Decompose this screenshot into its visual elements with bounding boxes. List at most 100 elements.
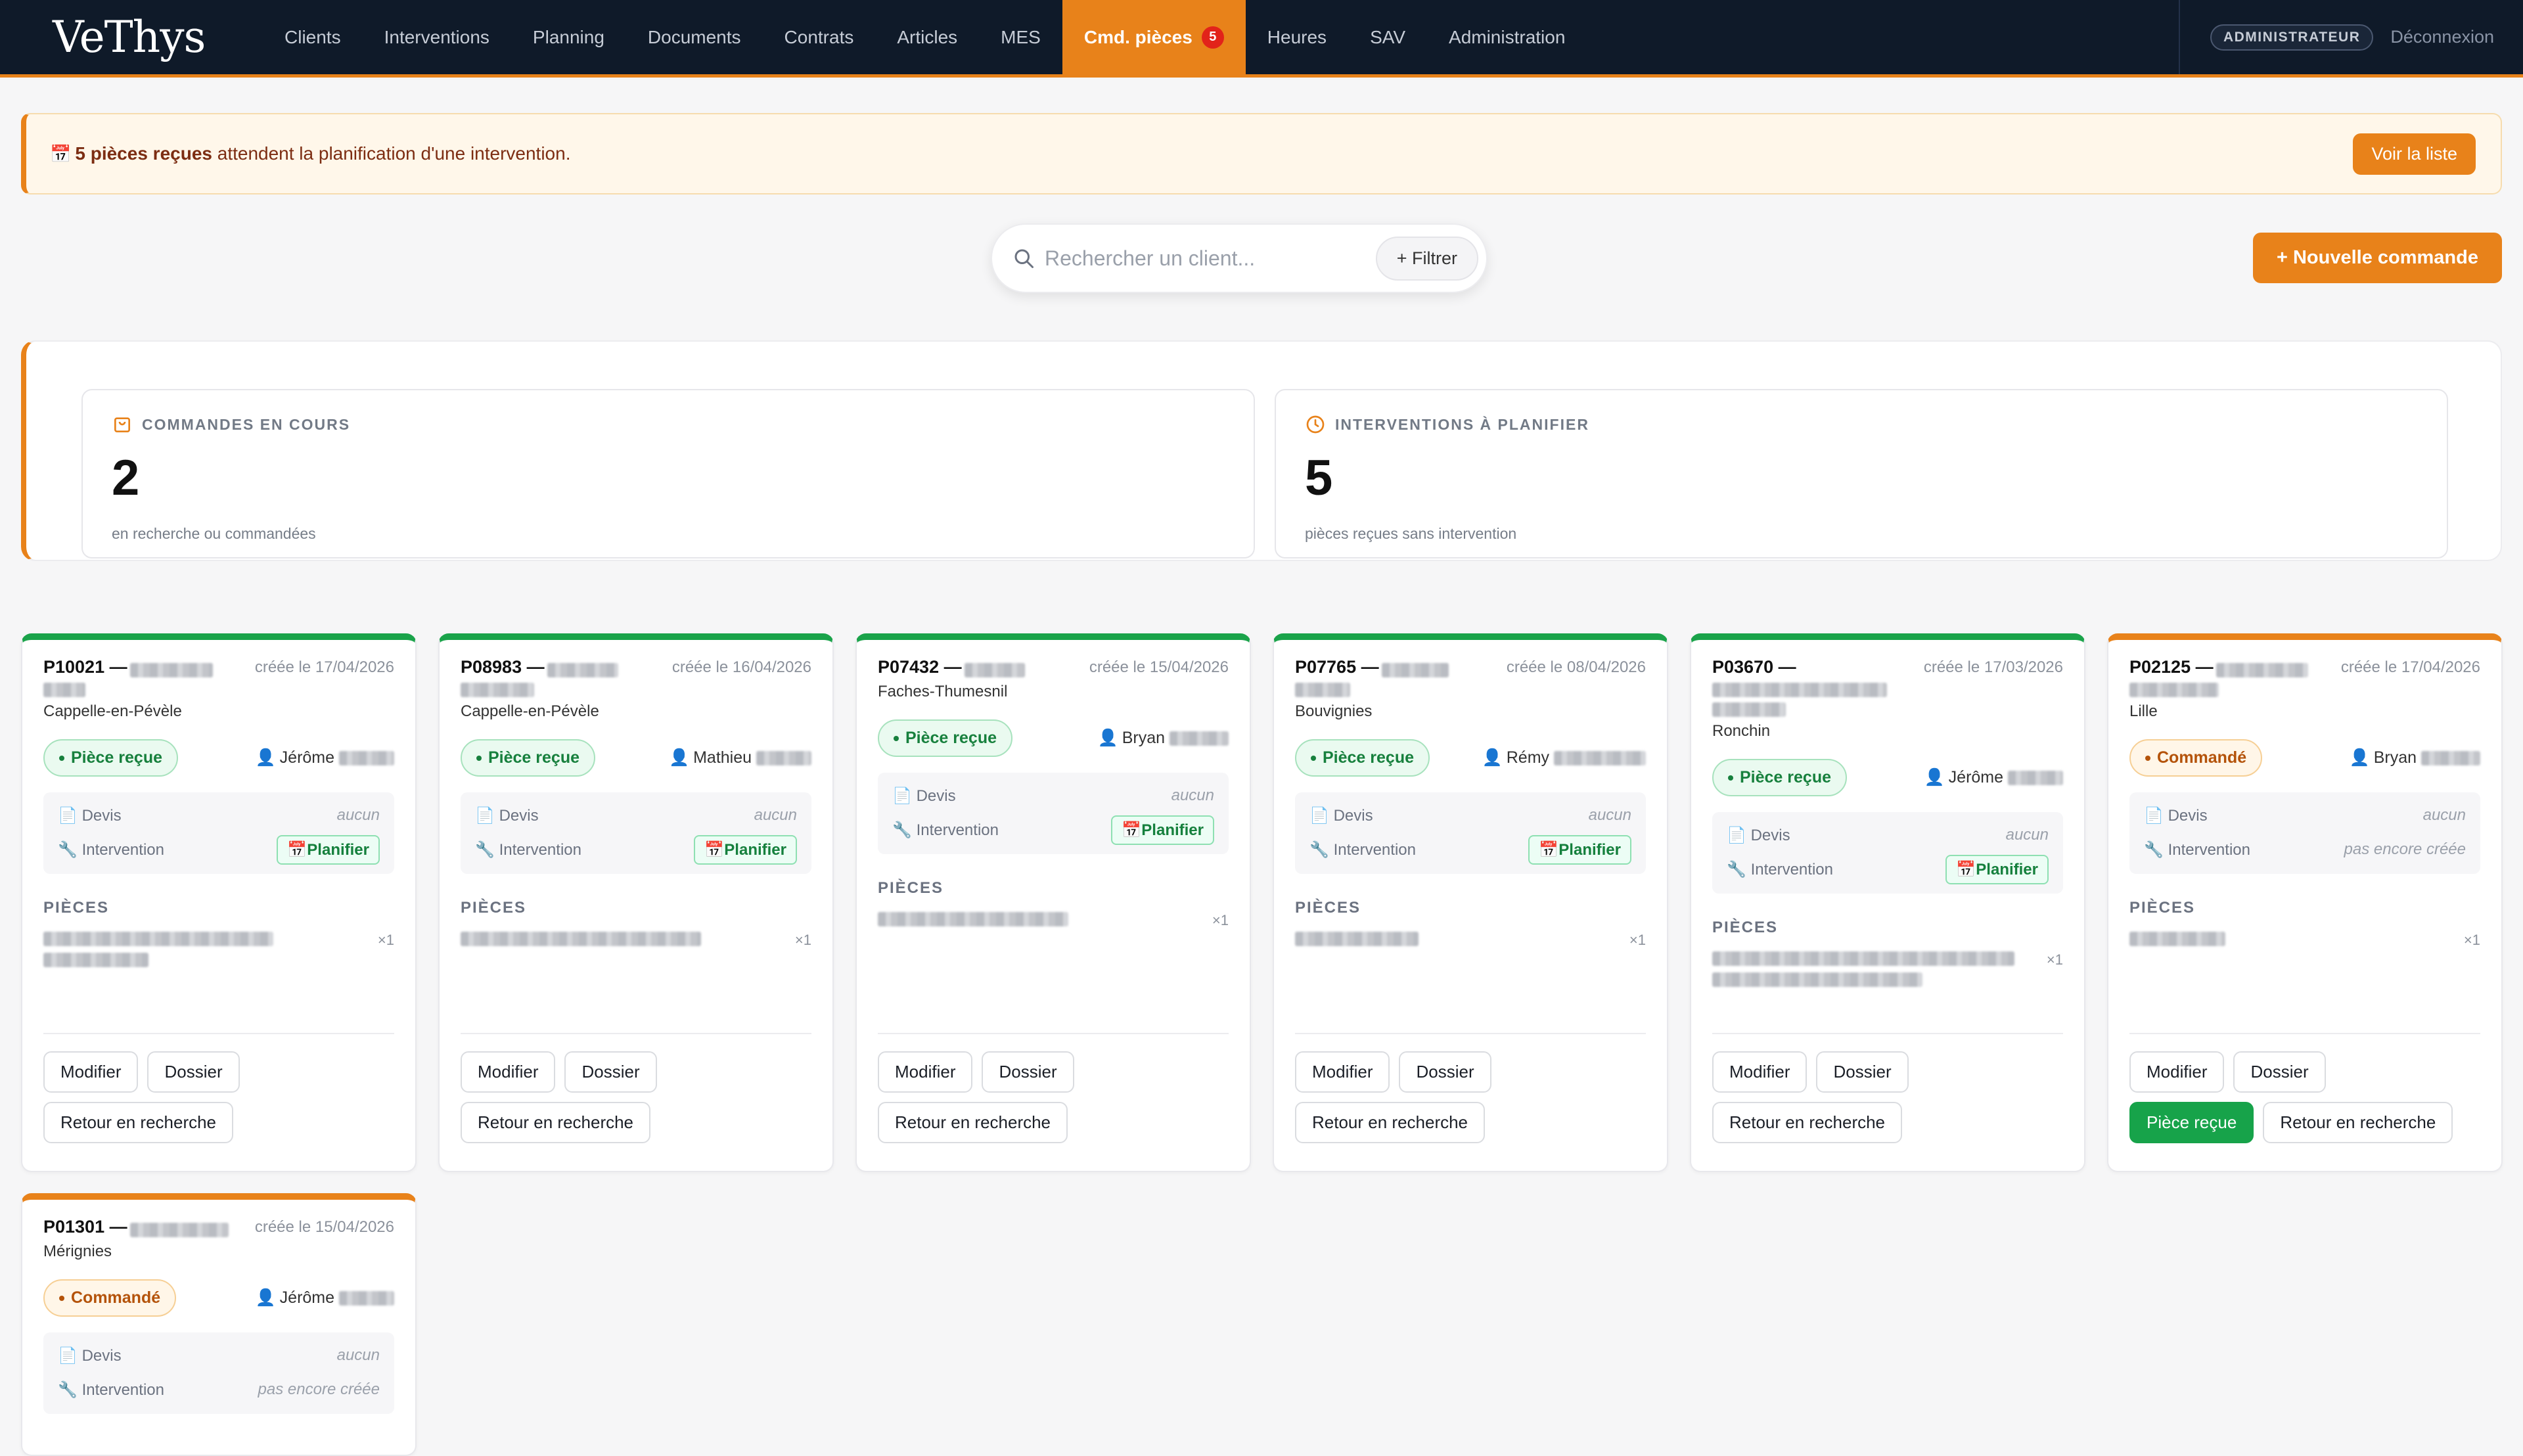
calendar-icon: 📅 bbox=[1122, 821, 1142, 839]
devis-text: Devis bbox=[81, 806, 122, 825]
plan-button[interactable]: 📅Planifier bbox=[1945, 854, 2049, 884]
intervention-label: 🔧 Intervention bbox=[58, 840, 164, 859]
order-id[interactable]: P02125 — bbox=[2129, 657, 2214, 677]
devis-label: 📄 Devis bbox=[1727, 826, 1790, 845]
back-to-search-button[interactable]: Retour en recherche bbox=[1712, 1102, 1903, 1143]
filter-button[interactable]: + Filtrer bbox=[1375, 236, 1478, 281]
card-actions: Modifier Dossier Retour en recherche bbox=[43, 1033, 394, 1152]
nav-planning[interactable]: Planning bbox=[511, 0, 626, 74]
nav-cmd-pieces[interactable]: Cmd. pièces 5 bbox=[1062, 0, 1246, 74]
stat-subtitle: pièces reçues sans intervention bbox=[1305, 525, 1517, 542]
app-logo[interactable]: VeThys bbox=[53, 12, 206, 62]
wrench-icon: 🔧 bbox=[58, 1380, 78, 1399]
card-actions: Modifier Dossier Retour en recherche bbox=[1295, 1033, 1646, 1152]
links-box: 📄 Devis aucun 🔧 Intervention pas encore cr… bbox=[43, 1332, 394, 1414]
nav-sav[interactable]: SAV bbox=[1348, 0, 1427, 74]
document-icon: 📄 bbox=[892, 786, 912, 805]
order-city: Ronchin bbox=[1712, 722, 1771, 740]
technician-surname-redacted bbox=[756, 751, 811, 766]
stat-header: INTERVENTIONS À PLANIFIER bbox=[1305, 414, 2418, 435]
order-id[interactable]: P07765 — bbox=[1295, 657, 1379, 677]
order-id[interactable]: P08983 — bbox=[461, 657, 545, 677]
technician: 👤 Bryan bbox=[2350, 748, 2480, 767]
technician-surname-redacted bbox=[339, 1291, 394, 1306]
nav-heures[interactable]: Heures bbox=[1246, 0, 1348, 74]
plan-button[interactable]: 📅Planifier bbox=[694, 834, 797, 865]
edit-button[interactable]: Modifier bbox=[43, 1051, 139, 1093]
pieces-heading: PIÈCES bbox=[1295, 899, 1361, 917]
alert-rest: attendent la planification d'une interve… bbox=[212, 143, 571, 164]
plan-label: Planifier bbox=[1976, 860, 2038, 878]
edit-button[interactable]: Modifier bbox=[1712, 1051, 1807, 1093]
piece-quantity: ×1 bbox=[377, 932, 394, 948]
order-date: créée le 17/04/2026 bbox=[254, 658, 394, 676]
piece-name-redacted bbox=[2129, 932, 2225, 946]
status-badge: Pièce reçue bbox=[461, 739, 595, 777]
pieces-heading: PIÈCES bbox=[2129, 899, 2196, 917]
calendar-icon: 📅 bbox=[287, 840, 307, 859]
nav-documents[interactable]: Documents bbox=[626, 0, 763, 74]
folder-button[interactable]: Dossier bbox=[1816, 1051, 1909, 1093]
search-input[interactable] bbox=[1045, 246, 1376, 271]
stat-commandes-en-cours: COMMANDES EN COURS 2 en recherche ou com… bbox=[81, 389, 1255, 558]
folder-button[interactable]: Dossier bbox=[147, 1051, 240, 1093]
plan-button[interactable]: 📅Planifier bbox=[1111, 815, 1214, 845]
nav-mes[interactable]: MES bbox=[979, 0, 1062, 74]
back-to-search-button[interactable]: Retour en recherche bbox=[878, 1102, 1068, 1143]
nav-interventions[interactable]: Interventions bbox=[363, 0, 511, 74]
document-icon: 📄 bbox=[1309, 806, 1329, 825]
intervention-value: pas encore créée bbox=[2344, 840, 2466, 858]
order-id[interactable]: P03670 — bbox=[1712, 657, 1796, 677]
back-to-search-button[interactable]: Retour en recherche bbox=[1295, 1102, 1486, 1143]
view-list-button[interactable]: Voir la liste bbox=[2353, 133, 2476, 175]
folder-button[interactable]: Dossier bbox=[982, 1051, 1074, 1093]
folder-button[interactable]: Dossier bbox=[2233, 1051, 2326, 1093]
plan-button[interactable]: 📅Planifier bbox=[1528, 834, 1631, 865]
back-to-search-button[interactable]: Retour en recherche bbox=[43, 1102, 234, 1143]
technician-surname-redacted bbox=[2421, 751, 2480, 766]
nav-contrats[interactable]: Contrats bbox=[763, 0, 876, 74]
search-bar: + Filtrer bbox=[991, 223, 1488, 293]
order-id[interactable]: P07432 — bbox=[878, 657, 962, 677]
devis-label: 📄 Devis bbox=[2144, 806, 2208, 825]
edit-button[interactable]: Modifier bbox=[461, 1051, 556, 1093]
pieces-heading: PIÈCES bbox=[461, 899, 527, 917]
order-id[interactable]: P10021 — bbox=[43, 657, 127, 677]
wrench-icon: 🔧 bbox=[2144, 840, 2164, 859]
back-to-search-button[interactable]: Retour en recherche bbox=[461, 1102, 651, 1143]
document-icon: 📄 bbox=[58, 1346, 78, 1365]
piece-name-redacted bbox=[1712, 951, 2014, 966]
nav-administration[interactable]: Administration bbox=[1427, 0, 1587, 74]
mark-received-button[interactable]: Pièce reçue bbox=[2129, 1102, 2254, 1143]
folder-button[interactable]: Dossier bbox=[1399, 1051, 1491, 1093]
devis-text: Devis bbox=[2168, 806, 2208, 825]
technician: 👤 Jérôme bbox=[256, 748, 394, 767]
stat-title: COMMANDES EN COURS bbox=[142, 415, 351, 433]
folder-button[interactable]: Dossier bbox=[564, 1051, 657, 1093]
order-card: P07765 — créée le 08/04/2026 Bouvignies … bbox=[1273, 633, 1668, 1172]
card-actions: Modifier Dossier Retour en recherche bbox=[1712, 1033, 2063, 1152]
edit-button[interactable]: Modifier bbox=[2129, 1051, 2225, 1093]
status-dot bbox=[1728, 775, 1733, 781]
client-name-redacted bbox=[2129, 683, 2219, 697]
logout-link[interactable]: Déconnexion bbox=[2390, 27, 2494, 47]
status-dot bbox=[2145, 756, 2150, 762]
back-to-search-button[interactable]: Retour en recherche bbox=[2263, 1102, 2453, 1143]
nav-clients[interactable]: Clients bbox=[263, 0, 363, 74]
edit-button[interactable]: Modifier bbox=[1295, 1051, 1390, 1093]
devis-value: aucun bbox=[1588, 806, 1631, 824]
card-actions: Modifier Dossier Retour en recherche bbox=[461, 1033, 811, 1152]
piece-name-redacted bbox=[1712, 972, 1922, 987]
nav-cmd-pieces-badge: 5 bbox=[1201, 26, 1224, 49]
wrench-icon: 🔧 bbox=[1727, 860, 1746, 878]
nav-articles[interactable]: Articles bbox=[875, 0, 979, 74]
order-id[interactable]: P01301 — bbox=[43, 1217, 127, 1237]
plan-button[interactable]: 📅Planifier bbox=[277, 834, 380, 865]
client-name-redacted bbox=[1712, 702, 1786, 717]
intervention-text: Intervention bbox=[81, 840, 164, 859]
new-order-button[interactable]: + Nouvelle commande bbox=[2252, 233, 2502, 283]
status-label: Pièce reçue bbox=[1740, 768, 1831, 786]
intervention-label: 🔧 Intervention bbox=[475, 840, 581, 859]
wrench-icon: 🔧 bbox=[475, 840, 495, 859]
edit-button[interactable]: Modifier bbox=[878, 1051, 973, 1093]
